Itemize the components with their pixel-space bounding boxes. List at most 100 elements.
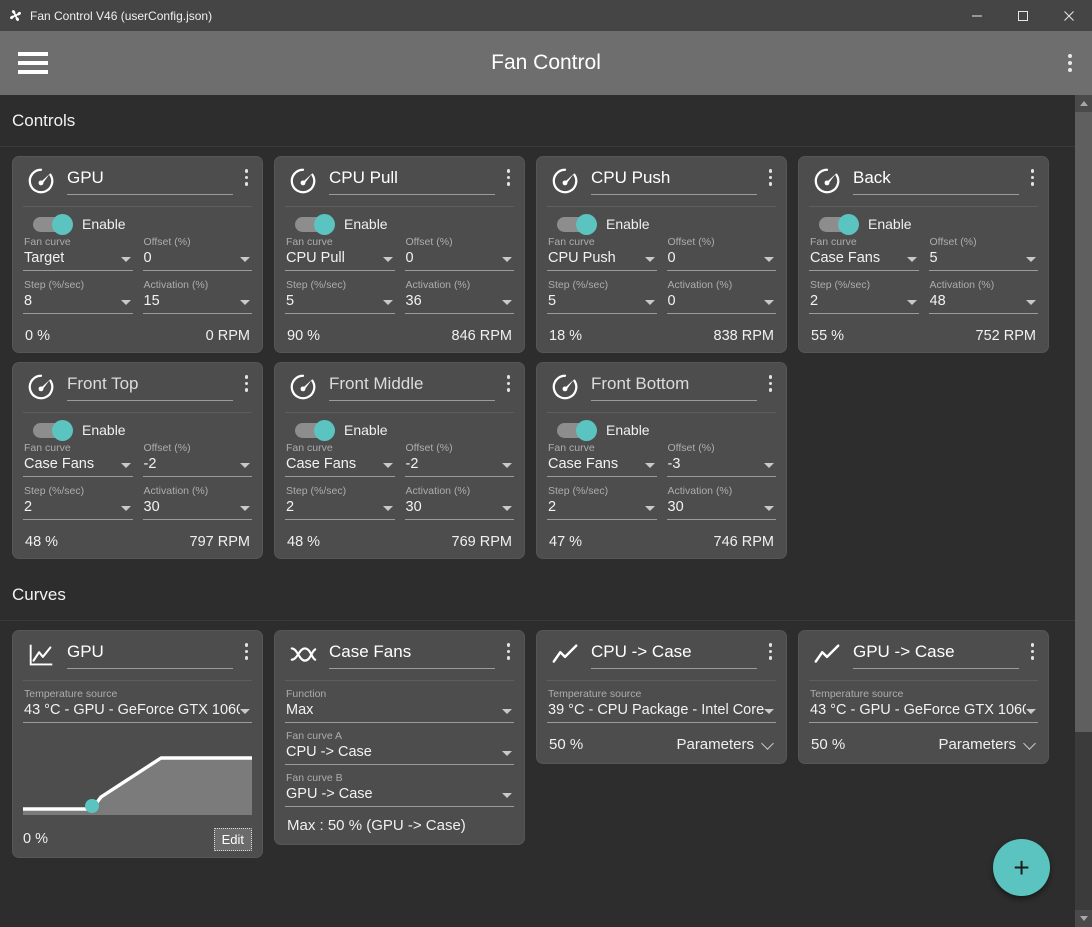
scroll-down-button[interactable] xyxy=(1075,910,1092,927)
enable-toggle-row[interactable]: Enable xyxy=(557,419,776,441)
control-card-front-bottom[interactable]: Front Bottom Enable Fan curve Case Fans xyxy=(536,362,787,559)
activation-select[interactable]: 48 xyxy=(928,292,1038,314)
offset-field[interactable]: Offset (%) -3 xyxy=(666,441,776,477)
offset-field[interactable]: Offset (%) -2 xyxy=(404,441,514,477)
card-kebab-menu[interactable] xyxy=(241,165,253,186)
step-field[interactable]: Step (%/sec) 5 xyxy=(547,278,657,314)
fan-curve-field[interactable]: Fan curve Case Fans xyxy=(23,441,133,477)
fan-curve-select[interactable]: CPU Push xyxy=(547,249,657,271)
maximize-button[interactable] xyxy=(1000,0,1046,31)
offset-field[interactable]: Offset (%) -2 xyxy=(142,441,252,477)
fan-curve-select[interactable]: Case Fans xyxy=(23,455,133,477)
control-card-cpu-pull[interactable]: CPU Pull Enable Fan curve CPU Pull Offse… xyxy=(274,156,525,353)
activation-select[interactable]: 30 xyxy=(142,498,252,520)
curve-graph[interactable] xyxy=(23,741,252,815)
curve-card-case-fans[interactable]: Case Fans Function Max Fan curve A CPU -… xyxy=(274,630,525,845)
vertical-scrollbar[interactable] xyxy=(1075,95,1092,927)
activation-field[interactable]: Activation (%) 15 xyxy=(142,278,252,314)
enable-toggle[interactable] xyxy=(819,213,859,235)
card-kebab-menu[interactable] xyxy=(503,371,515,392)
enable-toggle-row[interactable]: Enable xyxy=(295,419,514,441)
fan-curve-select[interactable]: Case Fans xyxy=(285,455,395,477)
control-card-cpu-push[interactable]: CPU Push Enable Fan curve CPU Push Offse… xyxy=(536,156,787,353)
card-kebab-menu[interactable] xyxy=(765,165,777,186)
offset-field[interactable]: Offset (%) 0 xyxy=(666,235,776,271)
step-field[interactable]: Step (%/sec) 2 xyxy=(23,484,133,520)
control-card-front-top[interactable]: Front Top Enable Fan curve Case Fans Off… xyxy=(12,362,263,559)
step-field[interactable]: Step (%/sec) 2 xyxy=(285,484,395,520)
function-field[interactable]: Function Max xyxy=(285,687,514,723)
card-kebab-menu[interactable] xyxy=(241,371,253,392)
card-kebab-menu[interactable] xyxy=(765,639,777,660)
temperature-source-select[interactable]: 43 °C - GPU - GeForce GTX 1060 6GB xyxy=(23,701,252,723)
fan-curve-select[interactable]: Case Fans xyxy=(809,249,919,271)
fan-curve-a-field[interactable]: Fan curve A CPU -> Case xyxy=(285,729,514,765)
fan-curve-field[interactable]: Fan curve CPU Pull xyxy=(285,235,395,271)
scrollbar-thumb[interactable] xyxy=(1075,112,1092,732)
scroll-up-button[interactable] xyxy=(1075,95,1092,112)
enable-toggle-row[interactable]: Enable xyxy=(33,419,252,441)
enable-toggle[interactable] xyxy=(33,419,73,441)
enable-toggle-row[interactable]: Enable xyxy=(819,213,1038,235)
fan-curve-field[interactable]: Fan curve Case Fans xyxy=(809,235,919,271)
card-kebab-menu[interactable] xyxy=(503,639,515,660)
kebab-menu-icon[interactable] xyxy=(1068,54,1072,72)
hamburger-menu-icon[interactable] xyxy=(4,52,62,74)
parameters-row[interactable]: 50 % Parameters xyxy=(809,736,1038,757)
activation-field[interactable]: Activation (%) 0 xyxy=(666,278,776,314)
fan-curve-field[interactable]: Fan curve CPU Push xyxy=(547,235,657,271)
close-button[interactable] xyxy=(1046,0,1092,31)
step-field[interactable]: Step (%/sec) 8 xyxy=(23,278,133,314)
step-field[interactable]: Step (%/sec) 2 xyxy=(547,484,657,520)
minimize-button[interactable] xyxy=(954,0,1000,31)
add-button[interactable]: + xyxy=(993,839,1050,896)
fan-curve-field[interactable]: Fan curve Case Fans xyxy=(285,441,395,477)
activation-field[interactable]: Activation (%) 30 xyxy=(404,484,514,520)
activation-field[interactable]: Activation (%) 30 xyxy=(666,484,776,520)
card-kebab-menu[interactable] xyxy=(503,165,515,186)
card-kebab-menu[interactable] xyxy=(1027,639,1039,660)
activation-select[interactable]: 0 xyxy=(666,292,776,314)
offset-field[interactable]: Offset (%) 0 xyxy=(142,235,252,271)
fan-curve-field[interactable]: Fan curve Target xyxy=(23,235,133,271)
enable-toggle-row[interactable]: Enable xyxy=(557,213,776,235)
offset-select[interactable]: -3 xyxy=(666,455,776,477)
fan-curve-select[interactable]: Target xyxy=(23,249,133,271)
fan-curve-a-select[interactable]: CPU -> Case xyxy=(285,743,514,765)
activation-select[interactable]: 15 xyxy=(142,292,252,314)
activation-select[interactable]: 36 xyxy=(404,292,514,314)
offset-select[interactable]: 0 xyxy=(142,249,252,271)
fan-curve-select[interactable]: CPU Pull xyxy=(285,249,395,271)
step-select[interactable]: 2 xyxy=(23,498,133,520)
offset-select[interactable]: -2 xyxy=(404,455,514,477)
function-select[interactable]: Max xyxy=(285,701,514,723)
card-kebab-menu[interactable] xyxy=(1027,165,1039,186)
offset-select[interactable]: 0 xyxy=(666,249,776,271)
step-select[interactable]: 2 xyxy=(285,498,395,520)
offset-field[interactable]: Offset (%) 0 xyxy=(404,235,514,271)
control-card-front-middle[interactable]: Front Middle Enable Fan curve Case Fans xyxy=(274,362,525,559)
control-card-back[interactable]: Back Enable Fan curve Case Fans Offset (… xyxy=(798,156,1049,353)
step-select[interactable]: 5 xyxy=(547,292,657,314)
step-select[interactable]: 2 xyxy=(809,292,919,314)
curve-card-cpu-to-case[interactable]: CPU -> Case Temperature source 39 °C - C… xyxy=(536,630,787,764)
edit-button[interactable]: Edit xyxy=(213,827,252,851)
curve-card-gpu[interactable]: GPU Temperature source 43 °C - GPU - GeF… xyxy=(12,630,263,858)
enable-toggle[interactable] xyxy=(557,419,597,441)
activation-select[interactable]: 30 xyxy=(404,498,514,520)
enable-toggle[interactable] xyxy=(33,213,73,235)
activation-field[interactable]: Activation (%) 48 xyxy=(928,278,1038,314)
offset-select[interactable]: -2 xyxy=(142,455,252,477)
step-select[interactable]: 5 xyxy=(285,292,395,314)
fan-curve-b-select[interactable]: GPU -> Case xyxy=(285,785,514,807)
curve-card-gpu-to-case[interactable]: GPU -> Case Temperature source 43 °C - G… xyxy=(798,630,1049,764)
activation-field[interactable]: Activation (%) 30 xyxy=(142,484,252,520)
fan-curve-field[interactable]: Fan curve Case Fans xyxy=(547,441,657,477)
step-field[interactable]: Step (%/sec) 5 xyxy=(285,278,395,314)
activation-select[interactable]: 30 xyxy=(666,498,776,520)
enable-toggle-row[interactable]: Enable xyxy=(295,213,514,235)
card-kebab-menu[interactable] xyxy=(765,371,777,392)
control-card-gpu[interactable]: GPU Enable Fan curve Target Offset (%) 0… xyxy=(12,156,263,353)
card-kebab-menu[interactable] xyxy=(241,639,253,660)
temperature-source-select[interactable]: 39 °C - CPU Package - Intel Core i5-9 xyxy=(547,701,776,723)
